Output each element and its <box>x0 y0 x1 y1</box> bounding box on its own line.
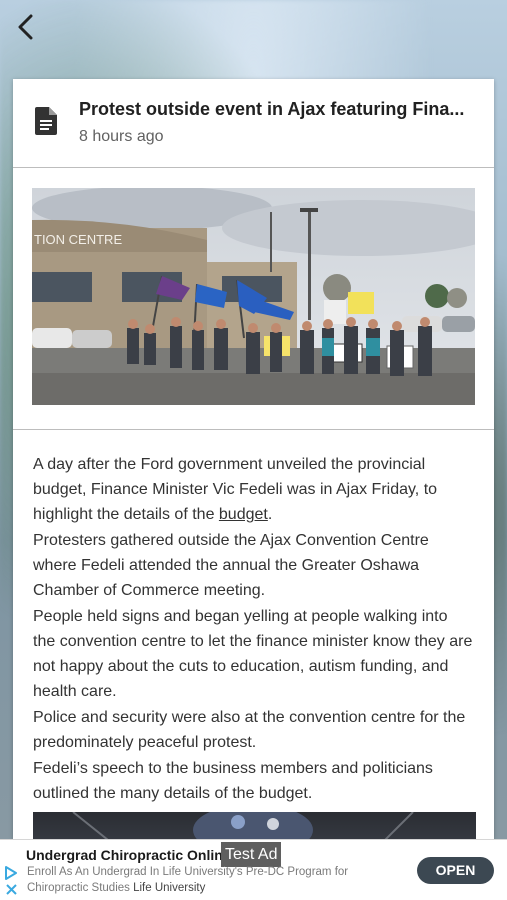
back-button[interactable] <box>6 7 46 47</box>
paragraph: Fedeli’s speech to the business members … <box>33 760 433 802</box>
article-timestamp: 8 hours ago <box>79 128 164 145</box>
article-header-text: Protest outside event in Ajax featuring … <box>79 99 494 146</box>
close-icon[interactable] <box>5 883 18 896</box>
article-body: A day after the Ford government unveiled… <box>13 430 494 839</box>
article-card: Protest outside event in Ajax featuring … <box>13 79 494 839</box>
ad-title[interactable]: Undergrad Chiropractic Online <box>26 847 231 863</box>
paragraph: A day after the Ford government unveiled… <box>33 456 438 523</box>
article-header: Protest outside event in Ajax featuring … <box>13 79 494 168</box>
budget-link[interactable]: budget <box>219 506 268 523</box>
article-image-section: TION CENTRE <box>13 168 494 430</box>
open-button[interactable]: OPEN <box>417 857 494 884</box>
ad-advertiser: Life University <box>133 881 206 894</box>
ad-banner[interactable]: Undergrad Chiropractic Online Test Ad En… <box>0 839 507 900</box>
document-icon <box>13 99 79 135</box>
building-sign: TION CENTRE <box>34 232 122 247</box>
ad-description: Enroll As An Undergrad In Life Universit… <box>27 866 349 894</box>
test-ad-badge: Test Ad <box>221 842 282 867</box>
article-photo[interactable]: TION CENTRE <box>32 188 475 405</box>
top-bar <box>0 0 507 54</box>
chevron-left-icon <box>18 14 33 40</box>
ad-choices-icon[interactable] <box>4 866 18 880</box>
article-title: Protest outside event in Ajax featuring … <box>79 99 465 119</box>
paragraph: Protesters gathered outside the Ajax Con… <box>33 532 429 599</box>
paragraph: People held signs and began yelling at p… <box>33 608 473 700</box>
video-frame-graphic <box>72 812 414 839</box>
video-thumbnail[interactable] <box>33 812 476 839</box>
paragraph: Police and security were also at the con… <box>33 709 466 751</box>
